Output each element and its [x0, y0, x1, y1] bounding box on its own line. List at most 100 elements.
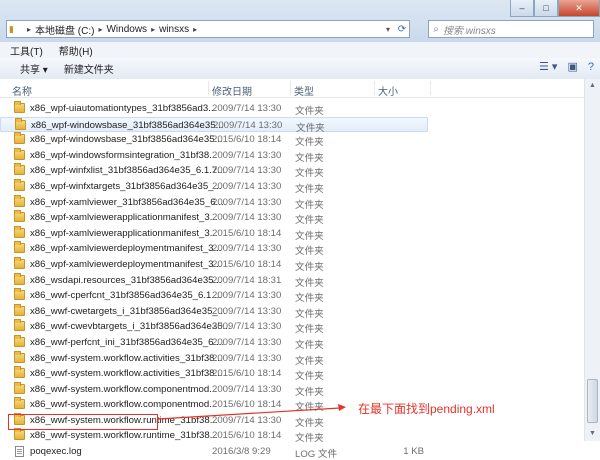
share-button[interactable]: 共享 ▾	[0, 61, 56, 76]
column-divider[interactable]	[374, 81, 375, 95]
file-name: x86_wwf-system.workflow.runtime_31bf38..…	[30, 430, 218, 442]
folder-icon	[14, 241, 25, 254]
scroll-up-icon[interactable]: ▲	[585, 79, 600, 93]
file-row[interactable]: x86_wsdapi.resources_31bf3856ad364e35...…	[0, 272, 585, 289]
scrollbar-thumb[interactable]	[587, 379, 598, 423]
column-name[interactable]: 名称	[12, 83, 32, 98]
file-row[interactable]: x86_wpf-xamlviewerapplicationmanifest_3.…	[0, 225, 585, 242]
refresh-icon[interactable]: ⟳	[395, 24, 409, 35]
column-divider[interactable]	[290, 81, 291, 95]
search-icon: ⌕	[433, 23, 439, 35]
file-name: x86_wwf-cwevbtargets_i_31bf3856ad364e35.…	[30, 321, 231, 333]
file-name: x86_wwf-system.workflow.componentmod...	[30, 399, 218, 411]
file-type: 文件夹	[295, 433, 324, 445]
file-name: x86_wwf-cwetargets_i_31bf3856ad364e35_..…	[30, 305, 226, 317]
file-date: 2015/6/10 18:14	[212, 227, 282, 239]
file-size: 1 KB	[403, 446, 424, 458]
vertical-scrollbar[interactable]: ▲ ▼	[584, 79, 600, 441]
chevron-right-icon[interactable]: ▸	[96, 25, 104, 34]
column-size[interactable]: 大小	[378, 83, 398, 98]
file-date: 2009/7/14 13:30	[212, 149, 282, 161]
file-row[interactable]: poqexec.log 2016/3/8 9:29 LOG 文件 1 KB	[0, 444, 585, 460]
folder-icon	[14, 428, 25, 441]
file-date: 2015/6/10 18:14	[212, 430, 282, 442]
file-row[interactable]: x86_wwf-cperfcnt_31bf3856ad364e35_6.1...…	[0, 288, 585, 304]
help-icon[interactable]: ?	[588, 61, 594, 73]
file-row[interactable]: x86_wwf-cwetargets_i_31bf3856ad364e35_..…	[0, 303, 585, 320]
address-bar[interactable]: ▮ ▸ 本地磁盘 (C:) ▸ Windows ▸ winsxs ▸ ▾ ⟳	[6, 20, 410, 38]
folder-icon	[14, 397, 25, 410]
chevron-right-icon[interactable]: ▸	[149, 25, 157, 34]
file-rows: x86_wpf-uiautomationtypes_31bf3856ad3...…	[0, 101, 585, 460]
file-row[interactable]: x86_wpf-xamlviewer_31bf3856ad364e35_6...…	[0, 194, 585, 211]
column-date[interactable]: 修改日期	[212, 83, 252, 98]
file-row[interactable]: x86_wwf-system.workflow.runtime_31bf38..…	[0, 428, 585, 444]
chevron-right-icon[interactable]: ▸	[191, 25, 199, 34]
file-type: 文件夹	[295, 215, 324, 227]
file-row[interactable]: x86_wpf-windowsbase_31bf3856ad364e35... 2…	[0, 132, 585, 148]
file-row[interactable]: x86_wpf-xamlviewerdeploymentmanifest_3..…	[0, 241, 585, 257]
file-name: x86_wpf-xamlviewerapplicationmanifest_3.…	[30, 227, 218, 239]
file-name: x86_wwf-system.workflow.activities_31bf3…	[30, 352, 223, 364]
chevron-right-icon[interactable]: ▸	[25, 25, 33, 34]
file-type: 文件夹	[295, 261, 324, 273]
file-name: poqexec.log	[30, 446, 82, 458]
menu-tools[interactable]: 工具(T)	[0, 43, 49, 58]
file-type: 文件夹	[295, 293, 324, 305]
column-type[interactable]: 类型	[294, 83, 314, 98]
file-type: 文件夹	[295, 371, 324, 383]
view-options-icon[interactable]: ☰ ▾	[539, 60, 557, 73]
column-divider[interactable]	[430, 81, 431, 95]
file-name: x86_wpf-winfxlist_31bf3856ad364e35_6.1.7…	[30, 165, 226, 177]
menu-help[interactable]: 帮助(H)	[49, 43, 99, 58]
file-row[interactable]: x86_wpf-uiautomationtypes_31bf3856ad3...…	[0, 101, 585, 117]
minimize-button[interactable]: –	[510, 0, 534, 17]
file-row[interactable]: x86_wwf-system.workflow.componentmod... 2…	[0, 381, 585, 398]
breadcrumb-windows[interactable]: Windows	[104, 24, 149, 35]
breadcrumb-winsxs[interactable]: winsxs	[157, 24, 191, 35]
file-row[interactable]: x86_wpf-winfxtargets_31bf3856ad364e35_..…	[0, 178, 585, 195]
file-row[interactable]: x86_wwf-system.workflow.activities_31bf3…	[0, 350, 585, 367]
file-date: 2009/7/14 13:30	[212, 336, 282, 348]
window-controls: – □ ✕	[510, 0, 600, 18]
breadcrumb-drive[interactable]: 本地磁盘 (C:)	[33, 22, 96, 37]
chevron-down-icon[interactable]: ▾	[381, 25, 395, 34]
search-input[interactable]: 搜索 winsxs	[443, 22, 496, 37]
new-folder-button[interactable]: 新建文件夹	[56, 61, 122, 76]
file-name: x86_wwf-system.workflow.componentmod...	[30, 383, 218, 395]
file-type: 文件夹	[295, 386, 324, 398]
folder-icon	[14, 101, 25, 113]
file-type: 文件夹	[295, 339, 324, 351]
file-name: x86_wpf-uiautomationtypes_31bf3856ad3...	[30, 103, 217, 114]
file-type: 文件夹	[295, 137, 324, 149]
file-row[interactable]: x86_wpf-windowsformsintegration_31bf38..…	[0, 147, 585, 164]
file-row[interactable]: x86_wwf-system.workflow.activities_31bf3…	[0, 366, 585, 382]
folder-icon	[14, 303, 25, 316]
column-divider[interactable]	[208, 81, 209, 95]
folder-icon	[14, 334, 25, 347]
search-box[interactable]: ⌕ 搜索 winsxs	[428, 20, 594, 38]
file-name: x86_wpf-windowsbase_31bf3856ad364e35...	[30, 134, 223, 146]
file-row[interactable]: x86_wpf-xamlviewerapplicationmanifest_3.…	[0, 210, 585, 226]
file-type: 文件夹	[295, 152, 324, 164]
file-type: 文件夹	[295, 355, 324, 367]
file-row[interactable]: x86_wwf-system.workflow.componentmod... 2…	[0, 397, 585, 413]
folder-icon	[14, 288, 25, 301]
file-date: 2009/7/14 13:30	[212, 290, 282, 302]
file-date: 2009/7/14 13:30	[212, 305, 282, 317]
file-type: 文件夹	[295, 324, 324, 336]
file-row[interactable]: x86_wwf-perfcnt_ini_31bf3856ad364e35_6..…	[0, 334, 585, 351]
preview-pane-icon[interactable]: ▣	[567, 60, 577, 73]
file-name: x86_wwf-perfcnt_ini_31bf3856ad364e35_6..…	[30, 336, 225, 348]
file-row[interactable]: x86_wwf-cwevbtargets_i_31bf3856ad364e35.…	[0, 319, 585, 335]
scroll-down-icon[interactable]: ▼	[585, 427, 600, 441]
close-button[interactable]: ✕	[558, 0, 600, 17]
maximize-button[interactable]: □	[534, 0, 558, 17]
file-date: 2009/7/14 13:30	[212, 243, 282, 255]
file-row[interactable]: x86_wpf-windowsbase_31bf3856ad364e35... 2…	[0, 116, 428, 134]
file-type: LOG 文件	[295, 449, 338, 460]
file-date: 2009/7/14 13:30	[212, 414, 282, 426]
file-row[interactable]: x86_wpf-winfxlist_31bf3856ad364e35_6.1.7…	[0, 163, 585, 179]
file-row[interactable]: x86_wpf-xamlviewerdeploymentmanifest_3..…	[0, 256, 585, 273]
file-type: 文件夹	[295, 106, 324, 117]
